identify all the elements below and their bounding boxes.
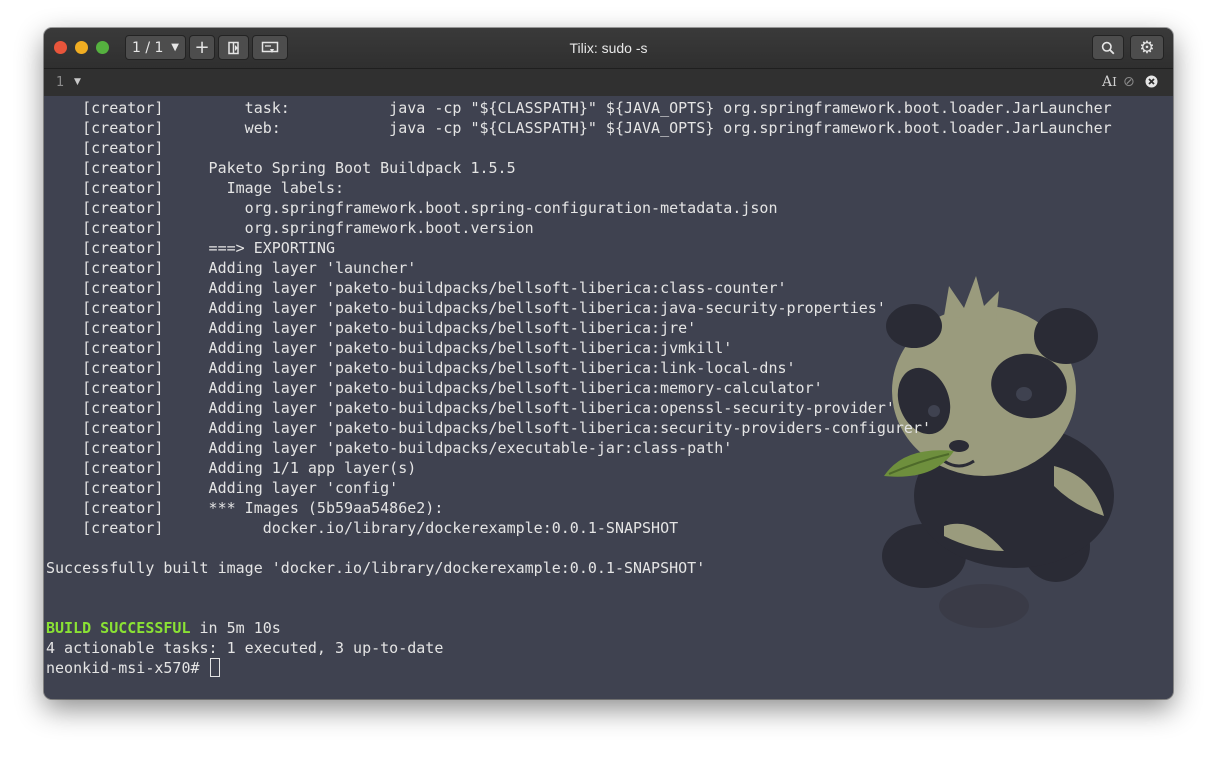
terminal-line: [creator] *** Images (5b59aa5486e2): [46, 499, 444, 517]
terminal-line: [creator] Adding layer 'paketo-buildpack… [46, 419, 932, 437]
terminal-header: 1 ▼ AI ⊘ [44, 69, 1173, 97]
session-label: 1 / 1 [132, 39, 164, 56]
tasks-summary: 4 actionable tasks: 1 executed, 3 up-to-… [46, 639, 444, 657]
terminal-line: [creator] Adding layer 'paketo-buildpack… [46, 399, 895, 417]
text-size-icon[interactable]: AI [1102, 69, 1117, 96]
terminal-line: [creator] ===> EXPORTING [46, 239, 335, 257]
terminal-line: [creator] docker.io/library/dockerexampl… [46, 519, 679, 537]
search-icon [1101, 41, 1115, 54]
text-cursor [209, 658, 220, 677]
search-button[interactable] [1092, 35, 1124, 60]
terminal-line: [creator] Adding layer 'config' [46, 479, 399, 497]
terminal-line: [creator] org.springframework.boot.sprin… [46, 199, 778, 217]
terminal-line: [creator] Adding layer 'paketo-buildpack… [46, 319, 697, 337]
shell-prompt: neonkid-msi-x570# [46, 659, 209, 677]
close-terminal-icon[interactable] [1145, 69, 1158, 96]
terminal-line: [creator] web: java -cp "${CLASSPATH}" $… [46, 119, 1112, 137]
close-window-button[interactable] [54, 41, 67, 54]
terminal-line: [creator] Image labels: [46, 179, 345, 197]
plus-icon: + [194, 37, 210, 58]
terminal-line: [creator] Adding layer 'paketo-buildpack… [46, 379, 823, 397]
terminal-line: [creator] Adding layer 'paketo-buildpack… [46, 359, 796, 377]
terminal-menu-icon[interactable]: ▼ [74, 69, 81, 96]
terminal-line: [creator] Paketo Spring Boot Buildpack 1… [46, 159, 516, 177]
terminal-line: [creator] Adding layer 'launcher' [46, 259, 417, 277]
terminal-line: Successfully built image 'docker.io/libr… [46, 559, 706, 577]
read-only-icon[interactable]: ⊘ [1123, 69, 1135, 96]
terminal-window: 1 / 1 ▼ + Tilix: sudo -s ⚙ 1 ▼ AI ⊘ [cre… [44, 28, 1173, 699]
terminal-line: [creator] Adding layer 'paketo-buildpack… [46, 299, 886, 317]
split-terminal-icon [227, 41, 239, 54]
minimize-window-button[interactable] [75, 41, 88, 54]
gear-icon: ⚙ [1139, 37, 1155, 58]
synchronize-input-icon [261, 41, 279, 53]
terminal-line: [creator] org.springframework.boot.versi… [46, 219, 534, 237]
title-bar: 1 / 1 ▼ + Tilix: sudo -s ⚙ [44, 28, 1173, 69]
settings-button[interactable]: ⚙ [1130, 35, 1164, 60]
terminal-line: [creator] Adding layer 'paketo-buildpack… [46, 439, 733, 457]
terminal-output-area[interactable]: [creator] task: java -cp "${CLASSPATH}" … [44, 96, 1173, 699]
terminal-text[interactable]: [creator] task: java -cp "${CLASSPATH}" … [46, 98, 1112, 678]
terminal-line: [creator] Adding 1/1 app layer(s) [46, 459, 417, 477]
split-terminal-button[interactable] [218, 35, 249, 60]
synchronize-input-button[interactable] [252, 35, 288, 60]
terminal-number[interactable]: 1 [56, 69, 64, 96]
add-session-button[interactable]: + [189, 35, 215, 60]
build-time: in 5m 10s [190, 619, 281, 637]
chevron-down-icon: ▼ [171, 42, 179, 53]
build-status: BUILD SUCCESSFUL [46, 619, 191, 637]
maximize-window-button[interactable] [96, 41, 109, 54]
build-log-output: [creator] task: java -cp "${CLASSPATH}" … [46, 99, 1112, 577]
terminal-line: [creator] Adding layer 'paketo-buildpack… [46, 279, 787, 297]
terminal-line: [creator] task: java -cp "${CLASSPATH}" … [46, 99, 1112, 117]
terminal-line: [creator] [46, 139, 164, 157]
terminal-line: [creator] Adding layer 'paketo-buildpack… [46, 339, 733, 357]
session-switcher-button[interactable]: 1 / 1 ▼ [125, 35, 186, 60]
